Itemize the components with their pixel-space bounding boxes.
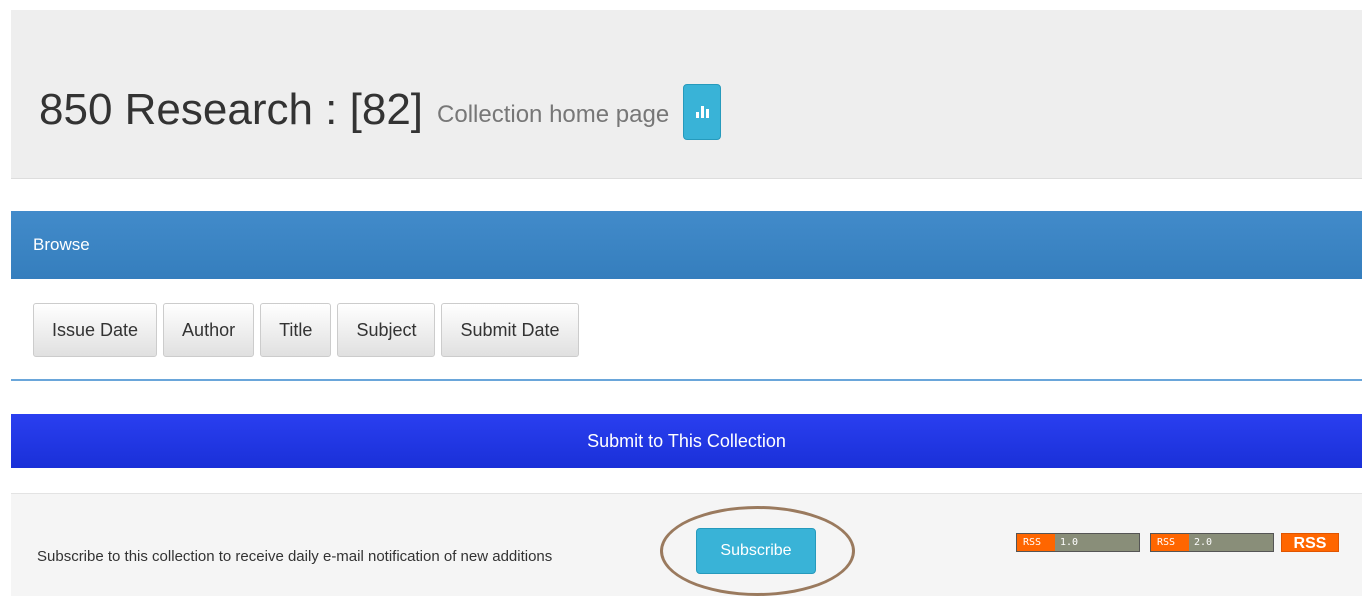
browse-issue-date-button[interactable]: Issue Date [33,303,158,357]
collection-header: 850 Research : [82] Collection home page [11,10,1362,179]
page-subtitle: Collection home page [437,101,670,128]
browse-panel: Browse Issue Date Author Title Subject S… [11,211,1362,381]
rss-atom-feed-link[interactable]: RSS [1281,533,1339,552]
page-title: 850 Research : [82] [39,85,424,134]
rss-1-0-feed-link[interactable]: RSS 1.0 [1016,533,1140,552]
browse-submit-date-button[interactable]: Submit Date [441,303,579,357]
statistics-button[interactable] [683,84,722,140]
subscribe-description: Subscribe to this collection to receive … [37,548,553,565]
subscribe-button[interactable]: Subscribe [696,528,816,574]
rss-1-label: RSS [1017,534,1055,551]
browse-title-button[interactable]: Title [260,303,332,357]
browse-buttons: Issue Date Author Title Subject Submit D… [33,303,579,357]
rss-2-version: 2.0 [1189,534,1273,551]
submit-to-collection-button[interactable]: Submit to This Collection [11,414,1362,468]
browse-heading: Browse [11,211,1362,279]
browse-author-button[interactable]: Author [163,303,255,357]
title-row: 850 Research : [82] Collection home page [39,80,722,140]
rss-1-version: 1.0 [1055,534,1139,551]
bar-chart-icon [695,106,709,118]
rss-2-label: RSS [1151,534,1189,551]
rss-2-0-feed-link[interactable]: RSS 2.0 [1150,533,1274,552]
browse-subject-button[interactable]: Subject [337,303,436,357]
